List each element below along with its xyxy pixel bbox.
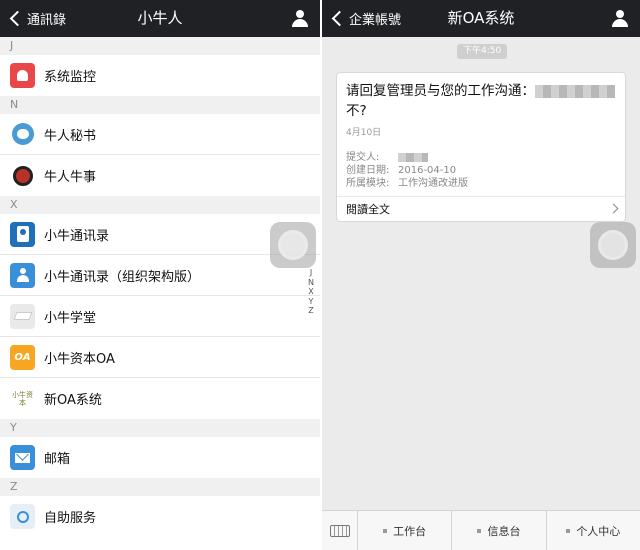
keyboard-toggle-button[interactable] [322,511,358,550]
section-header-y: Y [0,419,320,437]
contact-label: 系统监控 [44,70,97,85]
contacts-navbar: 通訊錄 小牛人 [0,0,320,37]
contact-label: 新OA系统 [44,393,102,408]
cow-mascot-icon [10,163,35,188]
chat-pane: 企業帳號 新OA系统 下午4:50 请回复管理员与您的工作沟通： 不? 4月10… [322,0,640,550]
section-header-z: Z [0,478,320,496]
graduation-cap-icon [10,303,35,329]
contact-row-system-monitor[interactable]: 系统监控 [0,55,320,96]
chevron-right-icon [608,203,619,214]
contacts-pane: 通訊錄 小牛人 J 系统监控 N 牛人秘书 牛人牛事 X 小牛通讯录 小牛通讯录… [0,0,320,550]
contact-label: 牛人秘书 [44,128,97,144]
oa-icon: OA [10,344,35,370]
assistive-touch-button[interactable] [270,222,316,268]
message-date: 4月10日 [346,128,382,138]
index-letter[interactable]: X [308,287,313,297]
contact-label: 小牛资本OA [44,351,115,367]
bell-icon [10,63,35,88]
contact-label: 小牛学堂 [44,310,97,326]
contact-label: 自助服务 [44,511,97,526]
mail-icon [10,445,35,470]
page-title: 小牛人 [137,9,183,27]
menu-dot-icon [477,528,482,533]
chat-navbar: 企業帳號 新OA系统 [322,0,640,37]
section-header-x: X [0,196,320,214]
person-icon[interactable] [292,10,308,27]
menu-dot-icon [566,528,571,533]
person-icon[interactable] [612,10,628,27]
alphabet-index[interactable]: J N X Y Z [306,268,316,316]
chat-bubble-icon [10,121,35,147]
read-full-link[interactable]: 閱讀全文 [346,201,390,217]
contact-book-icon [10,221,35,247]
index-letter[interactable]: J [310,268,312,278]
contact-label: 牛人牛事 [44,170,97,185]
tab-info[interactable]: 信息台 [452,511,547,550]
menu-dot-icon [383,528,388,533]
self-service-icon [10,504,35,529]
assistive-touch-button[interactable] [590,222,636,268]
contact-row-mail[interactable]: 邮箱 [0,437,320,478]
company-logo-icon: 小牛资本 [10,386,35,411]
tab-workbench[interactable]: 工作台 [358,511,453,550]
divider [337,196,625,197]
contact-row-new-oa[interactable]: 小牛资本 新OA系统 [0,378,320,419]
contact-row-self-service[interactable]: 自助服务 [0,496,320,537]
contact-row-academy[interactable]: 小牛学堂 [0,296,320,337]
keyboard-icon [329,525,350,537]
message-title: 请回复管理员与您的工作沟通： 不? [346,81,616,121]
section-header-j: J [0,37,320,55]
index-letter[interactable]: N [308,278,314,288]
tab-personal-center[interactable]: 个人中心 [547,511,640,550]
module-line: 所属模块: 工作沟通改进版 [346,178,468,189]
person-icon [10,262,35,288]
contact-row-stories[interactable]: 牛人牛事 [0,155,320,196]
contact-label: 小牛通讯录 [44,228,110,244]
index-letter[interactable]: Y [309,297,314,307]
contact-label: 邮箱 [44,452,71,467]
redacted-name [535,84,615,98]
index-letter[interactable]: Z [308,306,313,316]
message-card[interactable]: 请回复管理员与您的工作沟通： 不? 4月10日 提交人: 创建日期: 2016-0… [336,72,626,222]
page-title: 新OA系统 [447,9,515,27]
bottom-menu-bar: 工作台 信息台 个人中心 [322,510,640,550]
contact-row-capital-oa[interactable]: OA 小牛资本OA [0,337,320,378]
message-timestamp: 下午4:50 [457,44,508,59]
contact-row-secretary[interactable]: 牛人秘书 [0,114,320,155]
section-header-n: N [0,96,320,114]
contact-label: 小牛通讯录（组织架构版） [44,269,201,285]
